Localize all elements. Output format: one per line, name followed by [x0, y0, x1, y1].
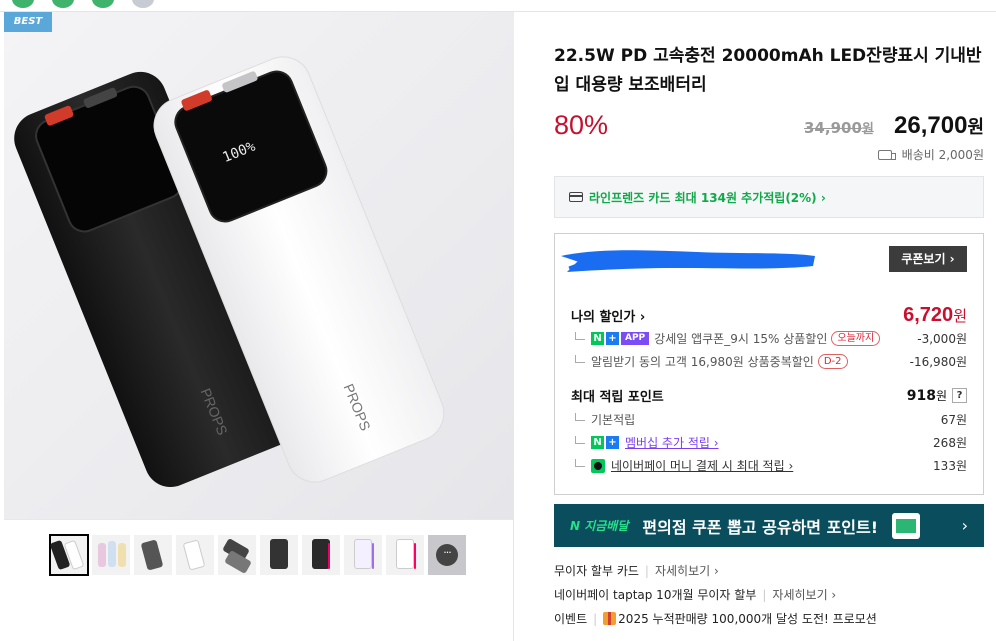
event-row: 이벤트 | 2025 누적판매량 100,000개 달성 도전! 프로모션: [554, 610, 877, 627]
product-gallery: PROPS 100% PROPS BEST ···: [4, 12, 514, 641]
tab-dot-icon: [52, 0, 74, 8]
discount-item-row: N + APP 강세일 앱쿠폰_9시 15% 상품할인 오늘까지 -3,000원: [571, 330, 967, 347]
best-badge: BEST: [4, 12, 52, 32]
point-item-row: N + 멤버십 추가 적립 › 268원: [571, 434, 967, 451]
deadline-pill: D-2: [817, 354, 848, 369]
naver-pay-link[interactable]: 네이버페이 머니 결제 시 최대 적립 ›: [611, 457, 793, 474]
discount-rate: 80%: [554, 110, 609, 140]
naver-n-icon: N: [591, 332, 604, 345]
promo-banner[interactable]: N 지금배달 편의점 쿠폰 뽑고 공유하면 포인트! ›: [554, 504, 984, 547]
tab-dot-icon: [92, 0, 114, 8]
thumbnail-more[interactable]: ···: [428, 535, 466, 575]
coupon-view-button[interactable]: 쿠폰보기 ›: [889, 246, 967, 272]
help-icon[interactable]: ?: [952, 388, 967, 403]
deadline-pill: 오늘까지: [831, 331, 881, 346]
thumbnail-item[interactable]: [49, 534, 89, 576]
points-value: 918원: [906, 388, 947, 404]
top-strip: [0, 0, 996, 12]
point-item-value: 133원: [933, 459, 967, 473]
thumbnail-item[interactable]: [344, 535, 382, 575]
my-discount-row: 나의 할인가 › 6,720원: [571, 304, 967, 327]
naverpay-installment-row: 네이버페이 taptap 10개월 무이자 할부 | 자세히보기 ›: [554, 586, 837, 603]
tab-dot-icon: [132, 0, 154, 8]
tab-dot-icon: [12, 0, 34, 8]
tree-line-icon: [575, 459, 585, 467]
naver-pay-icon: [591, 458, 605, 473]
point-item-label: 기본적립: [591, 413, 636, 427]
thumbnail-item[interactable]: [386, 535, 424, 575]
delivery-logo: N 지금배달: [570, 519, 629, 533]
thumbnail-item[interactable]: [134, 535, 172, 575]
app-badge: APP: [621, 332, 650, 345]
installment-card-row: 무이자 할부 카드 | 자세히보기 ›: [554, 562, 719, 579]
tree-line-icon: [575, 413, 585, 421]
credit-card-icon: [569, 192, 583, 202]
product-main-image[interactable]: PROPS 100% PROPS BEST: [4, 12, 514, 520]
original-price: 34,900원: [804, 119, 874, 137]
my-discount-value: 6,720원: [903, 304, 967, 326]
thumbnail-item[interactable]: [218, 535, 256, 575]
point-item-value: 268원: [933, 436, 967, 450]
gift-icon: [603, 612, 617, 625]
point-item-row: 네이버페이 머니 결제 시 최대 적립 › 133원: [571, 457, 967, 474]
plus-icon: +: [606, 436, 619, 449]
discount-item-label: 알림받기 동의 고객 16,980원 상품중복할인: [591, 355, 814, 369]
redaction-scribble: [561, 250, 815, 272]
point-item-value: 67원: [940, 413, 967, 427]
naver-n-icon: N: [591, 436, 604, 449]
product-title: 22.5W PD 고속충전 20000mAh LED잔량표시 기내반입 대용량 …: [554, 46, 982, 95]
plus-icon: +: [606, 332, 619, 345]
detail-link[interactable]: 자세히보기 ›: [772, 586, 836, 603]
power-bank-illustration: PROPS 100% PROPS: [4, 12, 514, 519]
sale-price: 26,700원: [894, 112, 984, 139]
gift-icon: [892, 512, 921, 539]
thumbnail-item[interactable]: [302, 535, 340, 575]
thumbnail-item[interactable]: [176, 535, 214, 575]
tree-line-icon: [575, 332, 585, 340]
benefit-box: 쿠폰보기 › 나의 할인가 › 6,720원 N + APP 강세일 앱쿠폰_9…: [554, 233, 984, 495]
thumbnail-item[interactable]: [92, 535, 130, 575]
detail-link[interactable]: 자세히보기 ›: [655, 562, 719, 579]
card-promo-text: 라인프렌즈 카드 최대 134원 추가적립(2%) ›: [589, 190, 826, 205]
points-label: 최대 적립 포인트: [571, 390, 664, 405]
membership-link[interactable]: 멤버십 추가 적립 ›: [625, 434, 719, 451]
point-item-row: 기본적립 67원: [571, 411, 967, 428]
discount-item-label: 강세일 앱쿠폰_9시 15% 상품할인: [654, 332, 828, 346]
chevron-right-icon: ›: [961, 516, 968, 535]
tree-line-icon: [575, 355, 585, 363]
thumbnail-item[interactable]: [260, 535, 298, 575]
shipping-fee: 배송비 2,000원: [877, 146, 984, 163]
more-icon: ···: [436, 544, 458, 566]
tree-line-icon: [575, 436, 585, 444]
my-discount-label[interactable]: 나의 할인가 ›: [571, 306, 645, 325]
discount-item-row: 알림받기 동의 고객 16,980원 상품중복할인 D-2 -16,980원: [571, 353, 967, 370]
banner-text: 편의점 쿠폰 뽑고 공유하면 포인트!: [642, 517, 879, 537]
thumbnail-strip: ···: [49, 534, 466, 577]
truck-icon: [877, 149, 896, 160]
event-link[interactable]: 2025 누적판매량 100,000개 달성 도전! 프로모션: [618, 610, 877, 627]
points-row: 최대 적립 포인트 918원 ?: [571, 386, 967, 405]
discount-item-value: -3,000원: [917, 332, 967, 346]
discount-item-value: -16,980원: [909, 355, 967, 369]
card-promo-link[interactable]: 라인프렌즈 카드 최대 134원 추가적립(2%) ›: [554, 176, 984, 218]
